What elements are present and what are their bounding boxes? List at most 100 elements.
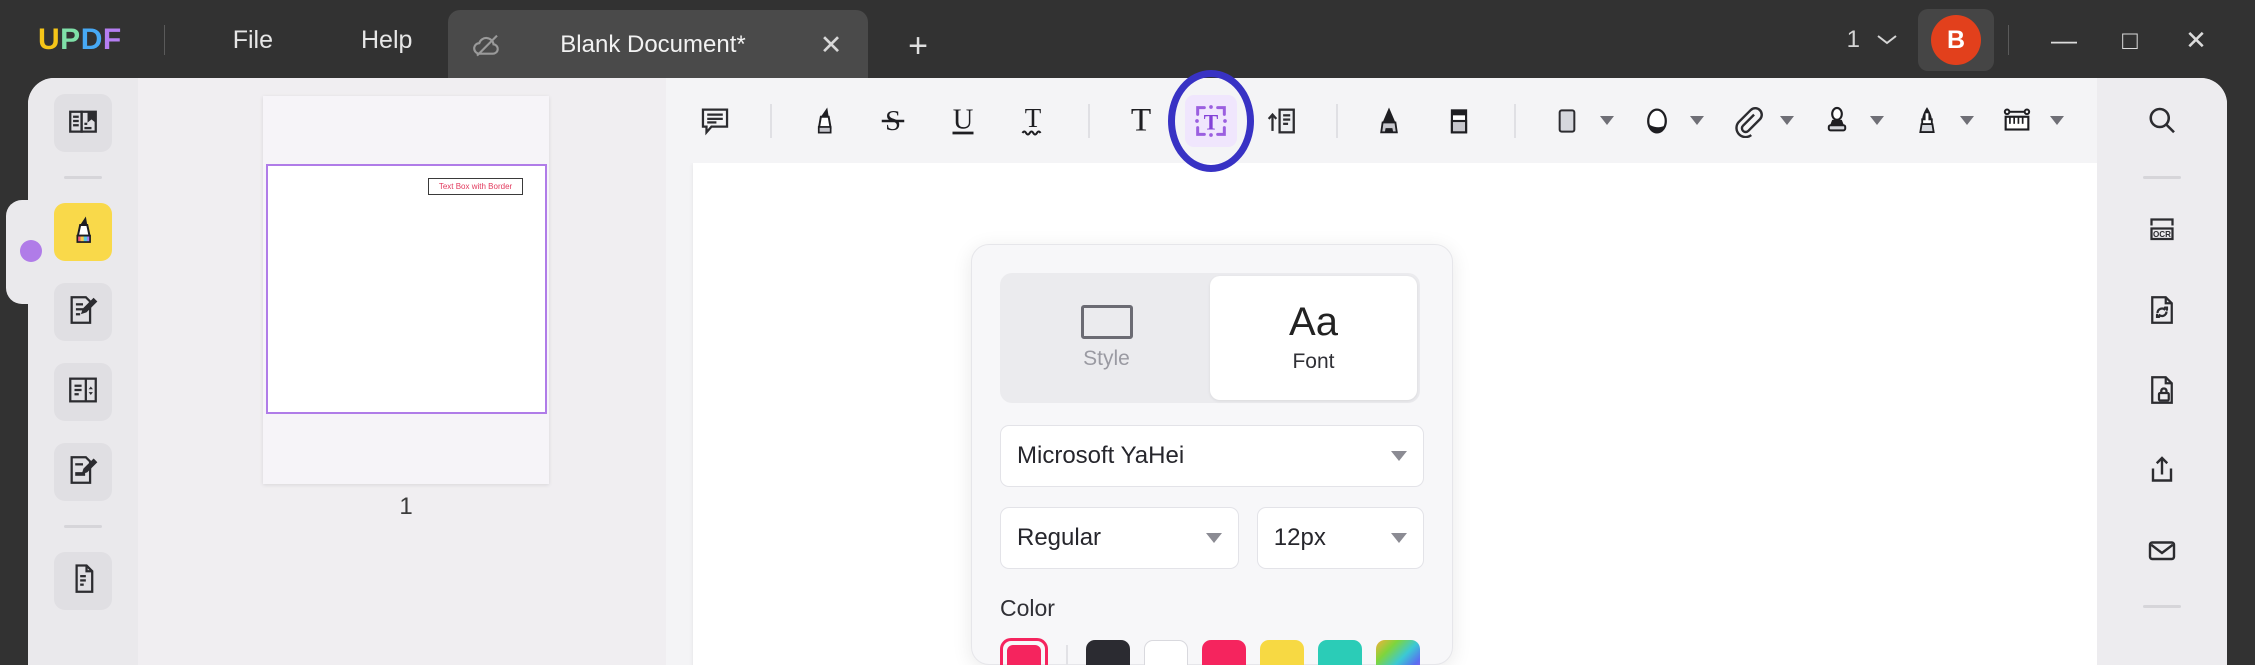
sidebar-item-edit-pdf[interactable] <box>54 283 112 341</box>
font-size-value: 12px <box>1273 524 1326 551</box>
page-thumbnail-selected-area: Text Box with Border <box>266 164 547 414</box>
page-count-selector[interactable]: 1 <box>1847 26 1900 54</box>
tool-squiggly[interactable]: T <box>1000 90 1066 152</box>
page-thumbnail-label: 1 <box>399 493 413 520</box>
chevron-down-icon[interactable] <box>1869 116 1884 125</box>
sidebar-item-sign[interactable] <box>54 443 112 501</box>
stamp-icon <box>1811 95 1863 147</box>
tool-highlight[interactable] <box>790 90 856 152</box>
highlighter-marker-icon <box>66 213 100 252</box>
sidebar-collapse-handle[interactable] <box>20 240 42 262</box>
tool-note[interactable] <box>682 90 748 152</box>
sidebar-divider-2 <box>64 525 102 528</box>
color-swatch-row <box>1000 638 1424 665</box>
chevron-down-icon <box>1391 533 1407 543</box>
menu-help[interactable]: Help <box>331 18 442 63</box>
menu-file[interactable]: File <box>203 18 303 63</box>
tool-pencil[interactable] <box>1356 90 1422 152</box>
rail-convert[interactable] <box>2133 283 2191 341</box>
rectangle-outline-icon <box>1080 305 1133 339</box>
swatch-black[interactable] <box>1086 640 1130 665</box>
tool-measure[interactable] <box>1984 90 2070 152</box>
right-sidebar-divider-1 <box>2143 176 2181 179</box>
search-magnifier-icon <box>2144 103 2180 144</box>
account-button[interactable]: B <box>1918 9 1994 71</box>
tool-stamp[interactable] <box>1804 90 1890 152</box>
current-color-swatch[interactable] <box>1000 638 1048 665</box>
font-style-size-row: Regular 12px <box>1000 507 1424 569</box>
underline-u-icon: U <box>937 95 989 147</box>
new-tab-button[interactable]: + <box>896 24 940 68</box>
current-color-fill <box>1007 645 1041 665</box>
highlighter-icon <box>797 95 849 147</box>
minimize-button[interactable]: — <box>2031 0 2097 80</box>
font-style-select[interactable]: Regular <box>1000 507 1239 569</box>
tool-attachment[interactable] <box>1714 90 1800 152</box>
sidebar-divider-1 <box>64 176 102 179</box>
envelope-icon <box>2144 532 2180 573</box>
toolbar-divider-1 <box>770 103 772 138</box>
strikethrough-s-icon: S <box>867 95 919 147</box>
chevron-down-icon[interactable] <box>1779 116 1794 125</box>
segment-font-label: Font <box>1292 350 1335 373</box>
font-family-select[interactable]: Microsoft YaHei <box>1000 425 1424 487</box>
sidebar-item-comment[interactable] <box>54 203 112 261</box>
paperclip-icon <box>1721 95 1773 147</box>
logo-letter-p: P <box>60 23 81 56</box>
right-sidebar-divider-2 <box>2143 605 2181 608</box>
rail-ocr[interactable]: OCR <box>2133 203 2191 261</box>
page-thumbnail[interactable]: Text Box with Border <box>263 96 549 484</box>
tab-close-icon[interactable]: ✕ <box>808 22 854 68</box>
tool-callout[interactable] <box>1248 90 1314 152</box>
tool-ink-blob[interactable] <box>1624 90 1710 152</box>
font-size-select[interactable]: 12px <box>1256 507 1424 569</box>
tool-strikethrough[interactable]: S <box>860 90 926 152</box>
swatch-yellow[interactable] <box>1260 640 1304 665</box>
close-window-button[interactable]: ✕ <box>2163 0 2229 80</box>
tool-signature[interactable] <box>1894 90 1980 152</box>
svg-text:U: U <box>953 104 974 135</box>
rail-email[interactable] <box>2133 523 2191 581</box>
tool-eraser[interactable] <box>1426 90 1492 152</box>
toolbar-divider-4 <box>1514 103 1516 138</box>
titlebar-divider <box>163 25 165 55</box>
sticky-note-icon <box>689 95 741 147</box>
rail-protect[interactable] <box>2133 363 2191 421</box>
swatch-rainbow[interactable] <box>1376 640 1420 665</box>
tool-underline[interactable]: U <box>930 90 996 152</box>
rail-share[interactable] <box>2133 443 2191 501</box>
rail-search[interactable] <box>2133 94 2191 152</box>
swatch-teal[interactable] <box>1318 640 1362 665</box>
swatch-pink-red[interactable] <box>1202 640 1246 665</box>
toolbar-divider-2 <box>1088 103 1090 138</box>
avatar: B <box>1931 15 1981 65</box>
form-fields-icon <box>66 373 100 412</box>
logo-letter-f: F <box>102 23 122 56</box>
chevron-down-icon[interactable] <box>1689 116 1704 125</box>
chevron-down-icon[interactable] <box>1959 116 1974 125</box>
page-corner-fold-icon <box>66 562 100 601</box>
maximize-button[interactable]: □ <box>2097 0 2163 80</box>
svg-text:T: T <box>1204 110 1219 134</box>
squiggly-underline-icon: T <box>1007 95 1059 147</box>
ruler-icon <box>1991 95 2043 147</box>
aa-glyph-icon: Aa <box>1289 300 1338 344</box>
book-bookmark-icon <box>66 104 100 143</box>
ink-drop-icon <box>1631 95 1683 147</box>
tool-text-box[interactable]: T <box>1168 69 1254 172</box>
chevron-down-icon[interactable] <box>1599 116 1614 125</box>
share-upload-icon <box>2144 452 2180 493</box>
tool-text[interactable]: T <box>1108 90 1174 152</box>
sidebar-item-read-mode[interactable] <box>54 94 112 152</box>
segment-font[interactable]: Aa Font <box>1210 276 1417 400</box>
sidebar-item-organize-pages[interactable] <box>54 552 112 610</box>
updf-logo: U P D F <box>38 23 122 57</box>
sidebar-item-form[interactable] <box>54 363 112 421</box>
segment-style[interactable]: Style <box>1003 276 1210 400</box>
thumbnail-textbox-preview: Text Box with Border <box>428 178 523 195</box>
chevron-down-icon[interactable] <box>2049 116 2064 125</box>
document-pencil-icon <box>66 293 100 332</box>
swatch-white[interactable] <box>1144 640 1188 665</box>
document-tab[interactable]: Blank Document* ✕ <box>448 10 868 80</box>
tool-shapes[interactable] <box>1534 90 1620 152</box>
